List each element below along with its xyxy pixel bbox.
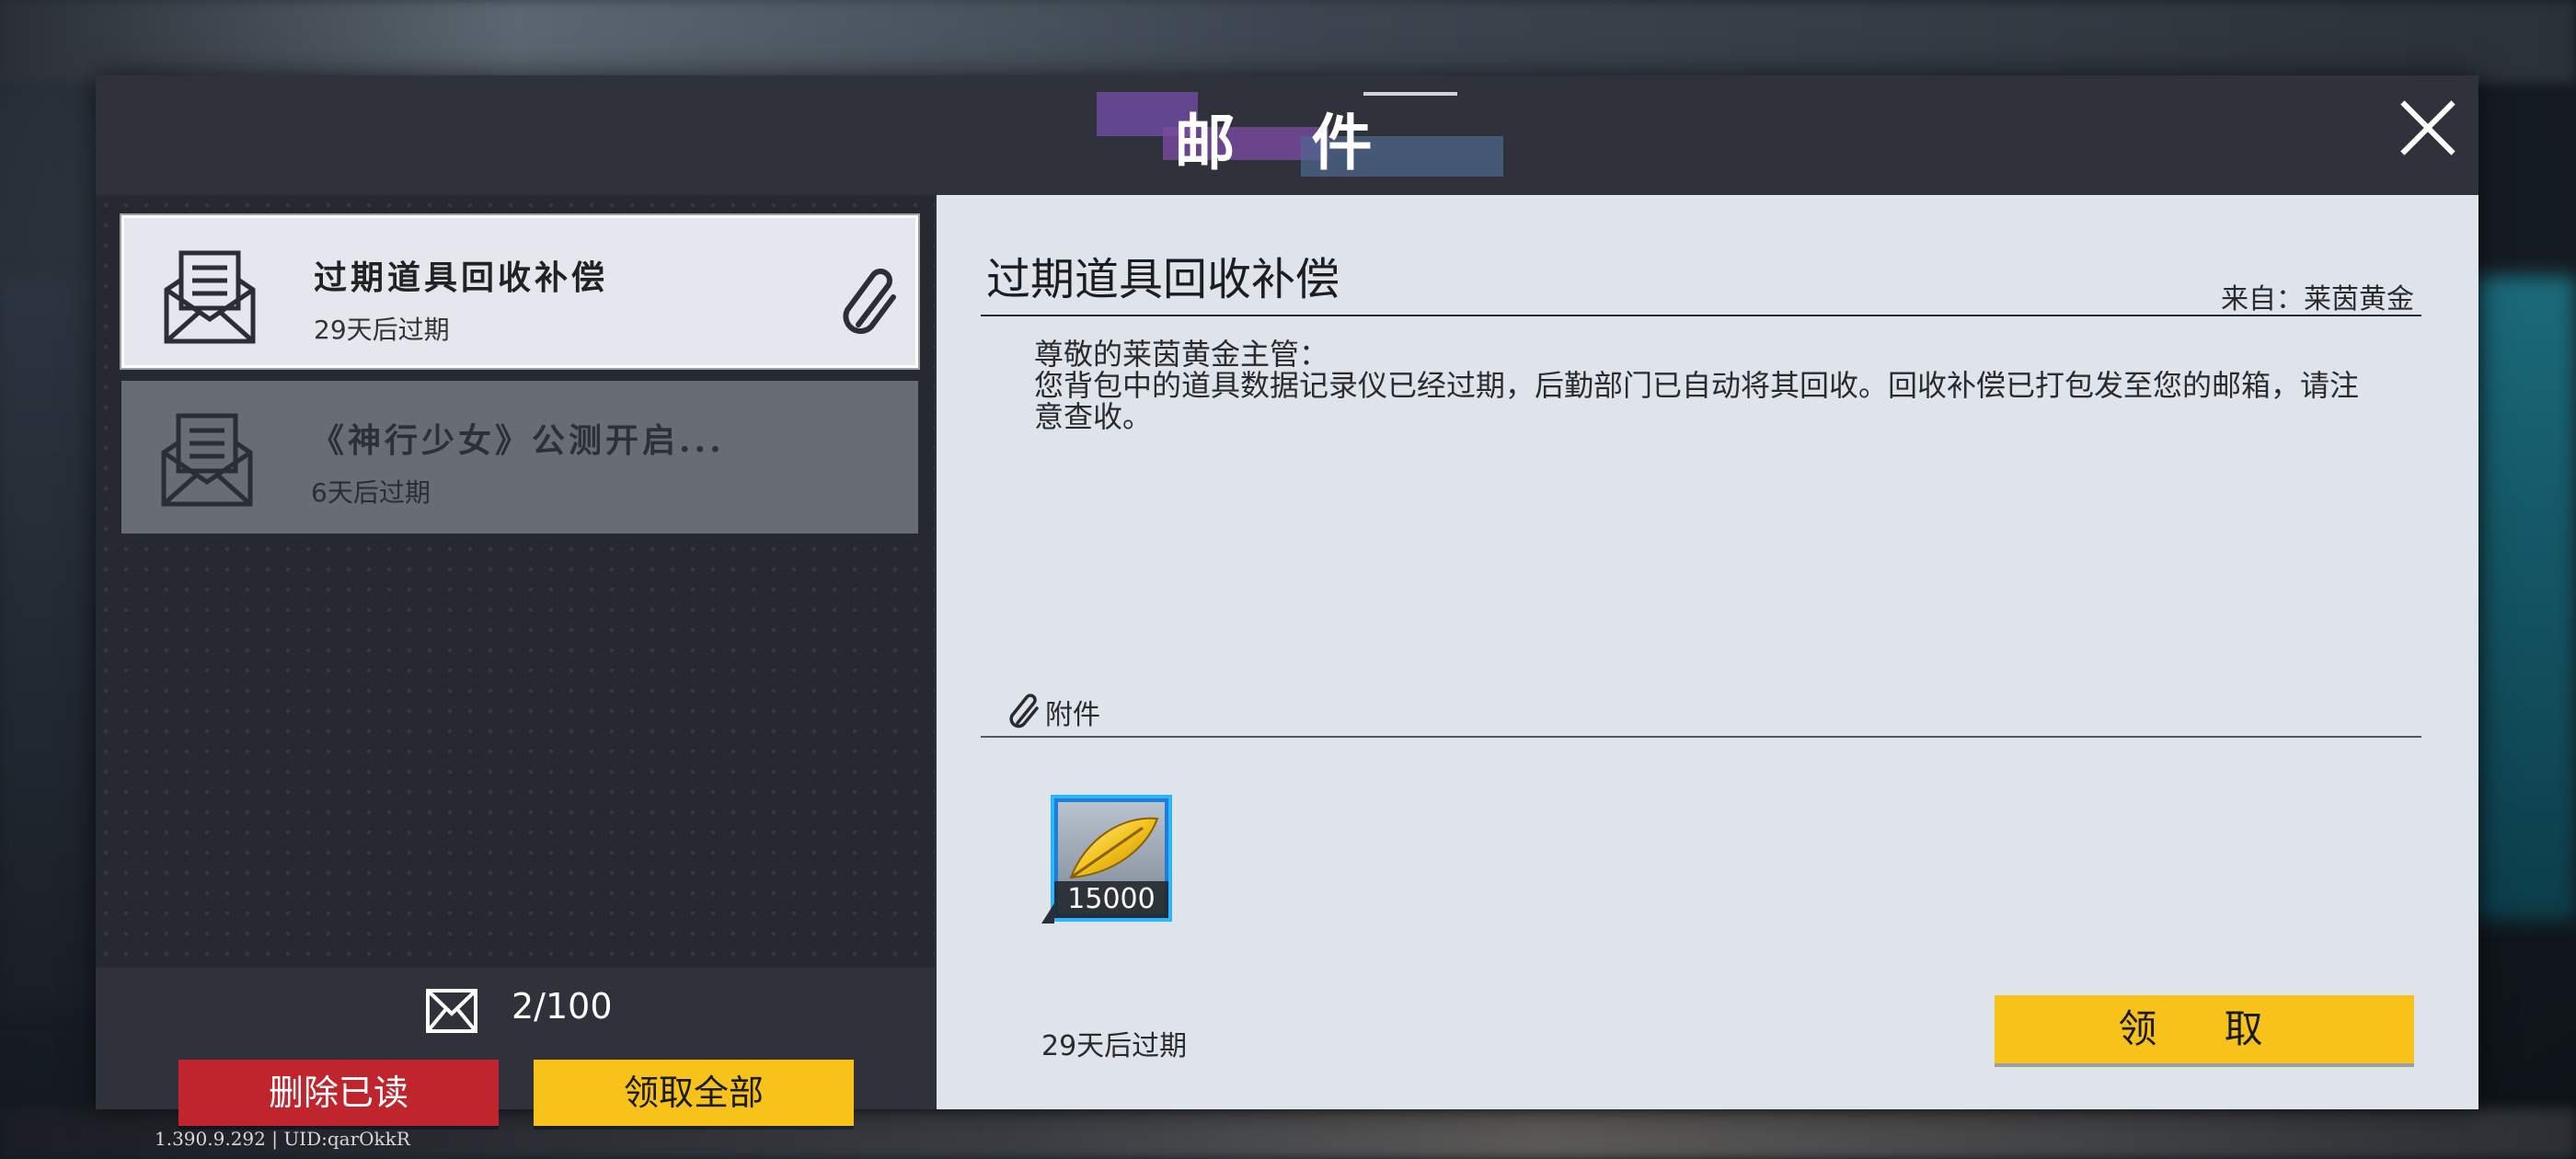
claim-all-button[interactable]: 领取全部 xyxy=(534,1060,854,1126)
mail-body-line: 尊敬的莱茵黄金主管： xyxy=(1034,337,1329,372)
paperclip-icon xyxy=(1009,694,1039,729)
mail-body-line: 您背包中的道具数据记录仪已经过期，后勤部门已自动将其回收。回收补偿已打包发至您的… xyxy=(1034,368,2360,434)
claim-button[interactable]: 领 取 xyxy=(1995,995,2414,1063)
background-right xyxy=(2475,276,2576,920)
envelope-icon xyxy=(426,989,477,1033)
background-left xyxy=(0,276,97,1012)
paperclip-icon xyxy=(843,269,896,334)
mail-title: 《神行少女》公测开启... xyxy=(311,421,725,460)
envelope-icon xyxy=(161,413,253,507)
mail-sender: 来自：莱茵黄金 xyxy=(2221,283,2414,316)
gold-feather-icon xyxy=(1069,817,1159,879)
mail-detail-panel: 过期道具回收补偿 来自：莱茵黄金 尊敬的莱茵黄金主管： 您背包中的道具数据记录仪已… xyxy=(937,195,2478,1109)
mail-list-item[interactable]: 过期道具回收补偿 29天后过期 xyxy=(121,215,918,368)
attachment-item[interactable]: 15000 xyxy=(1041,795,1172,924)
mail-list-footer: 2/100 删除已读 领取全部 xyxy=(96,968,935,1126)
mail-expire: 6天后过期 xyxy=(311,477,431,508)
title-bar: 邮 件 xyxy=(96,75,2478,195)
envelope-icon xyxy=(164,250,256,344)
background-top xyxy=(0,0,2576,83)
mail-count: 2/100 xyxy=(512,986,613,1027)
mail-title: 过期道具回收补偿 xyxy=(314,258,609,297)
item-quantity: 15000 xyxy=(1054,881,1168,918)
mail-expire: 29天后过期 xyxy=(314,315,450,345)
version-label: 1.390.9.292 | UID:qarOkkR xyxy=(155,1128,410,1150)
divider xyxy=(981,736,2421,738)
close-button[interactable] xyxy=(2396,96,2460,160)
item-corner-decoration xyxy=(1041,903,1054,924)
mail-body: 尊敬的莱茵黄金主管： 您背包中的道具数据记录仪已经过期，后勤部门已自动将其回收。回… xyxy=(1034,339,2368,432)
mail-list-item[interactable]: 《神行少女》公测开启... 6天后过期 xyxy=(121,381,918,534)
mail-detail-expire: 29天后过期 xyxy=(1041,1030,1188,1062)
mail-window: 邮 件 过期道具回收补偿 29天后过期 《神行少女》公测开启... 6天后过期 … xyxy=(96,75,2478,1126)
window-title: 邮 件 xyxy=(1174,107,1400,178)
attachment-label: 附件 xyxy=(1045,699,1100,731)
divider xyxy=(981,315,2421,316)
mail-detail-title: 过期道具回收补偿 xyxy=(986,254,1340,305)
delete-read-button[interactable]: 删除已读 xyxy=(178,1060,499,1126)
mail-list-panel: 过期道具回收补偿 29天后过期 《神行少女》公测开启... 6天后过期 2/10… xyxy=(96,195,935,1126)
